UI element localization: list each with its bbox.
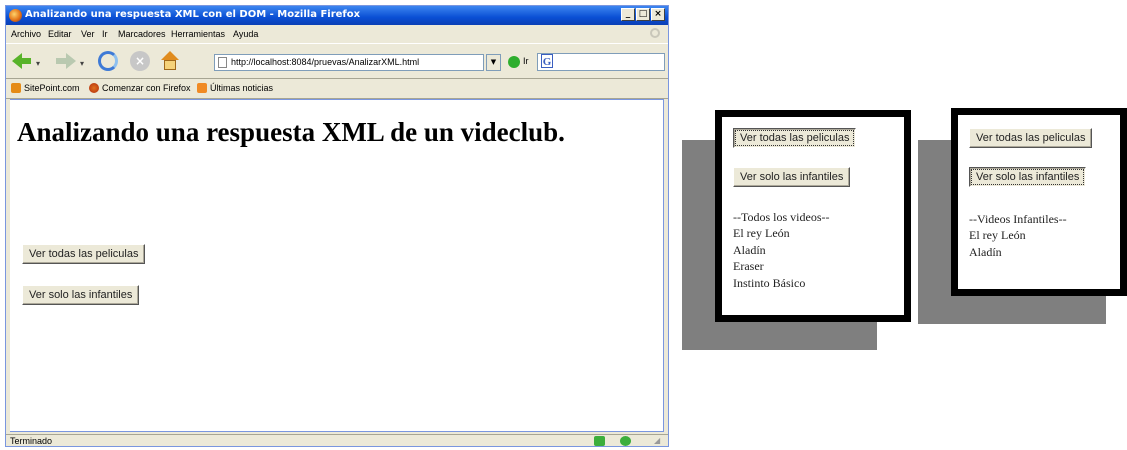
list-item: Aladín xyxy=(733,242,766,257)
rss-icon xyxy=(197,83,207,93)
go-label[interactable]: Ir xyxy=(523,56,529,66)
bookmark-comenzar[interactable]: Comenzar con Firefox xyxy=(89,83,191,93)
home-icon[interactable] xyxy=(160,51,180,71)
status-text: Terminado xyxy=(10,436,53,446)
menu-editar[interactable]: Editar xyxy=(48,29,72,39)
firefox-icon xyxy=(9,9,22,22)
list-header: --Videos Infantiles-- xyxy=(969,212,1067,226)
kids-videos-list: --Videos Infantiles-- El rey León Aladín xyxy=(969,211,1067,260)
bookmark-label: Comenzar con Firefox xyxy=(102,83,191,93)
menu-ir[interactable]: Ir xyxy=(102,29,108,39)
title-bar: Analizando una respuesta XML con el DOM … xyxy=(6,6,668,25)
menu-ver[interactable]: Ver xyxy=(81,29,95,39)
close-button[interactable]: × xyxy=(651,8,665,21)
menu-marcadores[interactable]: Marcadores xyxy=(118,29,166,39)
security-check-icon xyxy=(594,436,605,446)
view-kids-movies-button[interactable]: Ver solo las infantiles xyxy=(22,285,140,305)
sitepoint-icon xyxy=(11,83,21,93)
menu-bar: Archivo Editar Ver Ir Marcadores Herrami… xyxy=(6,25,668,43)
status-bar: Terminado ◢ xyxy=(6,434,668,447)
url-dropdown-button[interactable]: ▼ xyxy=(486,54,501,71)
url-text: http://localhost:8084/pruevas/AnalizarXM… xyxy=(231,57,420,67)
view-kids-movies-button[interactable]: Ver solo las infantiles xyxy=(733,167,851,187)
page-heading: Analizando una respuesta XML de un videc… xyxy=(17,117,565,147)
window-controls: _ □ × xyxy=(621,8,665,21)
list-item: El rey León xyxy=(969,228,1026,243)
bookmark-sitepoint[interactable]: SitePoint.com xyxy=(11,83,80,93)
google-search-icon[interactable]: G xyxy=(541,54,553,68)
back-dropdown-icon[interactable]: ▾ xyxy=(36,59,40,68)
url-bar[interactable]: http://localhost:8084/pruevas/AnalizarXM… xyxy=(214,54,484,71)
page-content: Analizando una respuesta XML de un videc… xyxy=(10,99,664,432)
maximize-button[interactable]: □ xyxy=(636,8,650,21)
throbber-icon xyxy=(650,28,660,38)
list-item: Aladín xyxy=(969,244,1002,259)
kids-videos-panel: Ver todas las peliculas Ver solo las inf… xyxy=(951,108,1127,296)
stop-icon[interactable]: × xyxy=(130,51,150,71)
view-all-movies-button[interactable]: Ver todas las peliculas xyxy=(969,128,1093,148)
page-icon xyxy=(218,57,227,68)
resize-grip-icon[interactable]: ◢ xyxy=(654,436,660,445)
navigation-toolbar: ▾ ▾ × http://localhost:8084/pruevas/Anal… xyxy=(6,43,668,79)
go-icon[interactable] xyxy=(508,56,520,68)
view-kids-movies-button[interactable]: Ver solo las infantiles xyxy=(969,167,1087,187)
status-ok-icon xyxy=(620,436,631,446)
window-title: Analizando una respuesta XML con el DOM … xyxy=(25,9,361,20)
forward-arrow-icon[interactable] xyxy=(56,51,76,71)
list-header: --Todos los videos-- xyxy=(733,210,830,224)
firefox-icon xyxy=(89,83,99,93)
bookmark-label: Últimas noticias xyxy=(210,83,274,93)
bookmarks-toolbar: SitePoint.com Comenzar con Firefox Últim… xyxy=(6,79,668,99)
forward-dropdown-icon[interactable]: ▾ xyxy=(80,59,84,68)
menu-archivo[interactable]: Archivo xyxy=(11,29,41,39)
back-arrow-icon[interactable] xyxy=(12,51,32,71)
reload-icon[interactable] xyxy=(98,51,118,71)
menu-ayuda[interactable]: Ayuda xyxy=(233,29,258,39)
search-input[interactable]: G xyxy=(537,53,665,71)
view-all-movies-button[interactable]: Ver todas las peliculas xyxy=(733,128,857,148)
minimize-button[interactable]: _ xyxy=(621,8,635,21)
list-item: Eraser xyxy=(733,259,764,274)
all-videos-panel: Ver todas las peliculas Ver solo las inf… xyxy=(715,110,911,322)
all-videos-list: --Todos los videos-- El rey León Aladín … xyxy=(733,209,829,291)
view-all-movies-button[interactable]: Ver todas las peliculas xyxy=(22,244,146,264)
bookmark-noticias[interactable]: Últimas noticias xyxy=(197,83,273,93)
bookmark-label: SitePoint.com xyxy=(24,83,80,93)
list-item: Instinto Básico xyxy=(733,275,806,290)
list-item: El rey León xyxy=(733,226,790,241)
menu-herramientas[interactable]: Herramientas xyxy=(171,29,225,39)
firefox-window: Analizando una respuesta XML con el DOM … xyxy=(5,5,669,447)
